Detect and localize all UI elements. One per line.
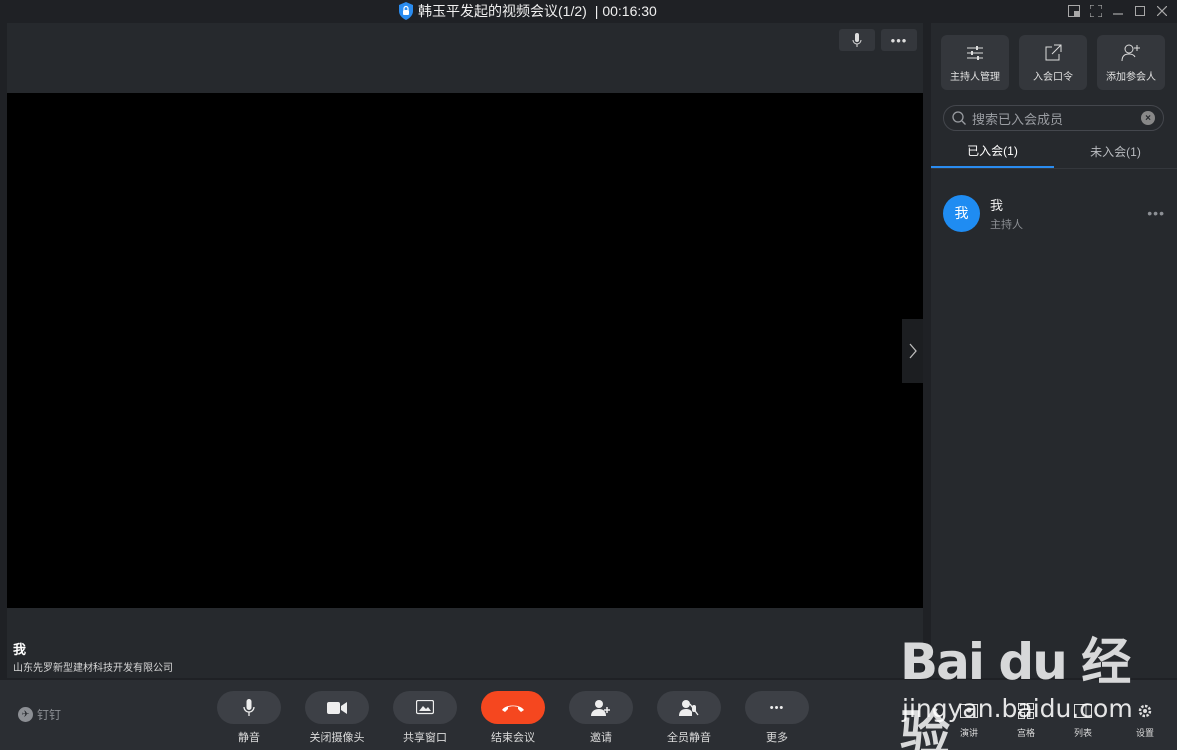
- tab-not-joined[interactable]: 未入会(1): [1054, 135, 1177, 168]
- search-icon: [952, 111, 966, 125]
- invite-pill: [569, 691, 633, 724]
- hang-up-icon: [502, 705, 524, 712]
- share-link-icon: [1042, 43, 1064, 63]
- fullscreen-icon[interactable]: [1087, 2, 1105, 20]
- meeting-timer: | 00:16:30: [594, 3, 657, 19]
- stage-tools: •••: [839, 29, 917, 51]
- add-participant-button[interactable]: 添加参会人: [1097, 35, 1165, 90]
- clear-search-icon[interactable]: ×: [1141, 111, 1155, 125]
- speaker-view-icon: [959, 702, 979, 720]
- camera-off-button[interactable]: 关闭摄像头: [302, 691, 372, 745]
- member-info: 我 主持人: [990, 195, 1023, 232]
- more-icon: •••: [769, 701, 785, 714]
- mute-label: 静音: [238, 732, 260, 744]
- member-tabs: 已入会(1) 未入会(1): [931, 135, 1177, 169]
- meeting-title-text: 韩玉平发起的视频会议(1/2): [418, 3, 587, 19]
- invite-icon: [591, 699, 610, 716]
- member-more-icon[interactable]: •••: [1147, 205, 1165, 221]
- microphone-icon: [852, 33, 862, 47]
- settings-button[interactable]: 设置: [1125, 702, 1165, 739]
- stage-mic-button[interactable]: [839, 29, 875, 51]
- more-label: 更多: [766, 732, 788, 744]
- end-meeting-label: 结束会议: [491, 732, 535, 744]
- video-stage: ••• 我 山东先罗新型建材科技开发有限公司: [7, 23, 923, 678]
- maximize-icon[interactable]: [1131, 2, 1149, 20]
- grid-view-icon: [1016, 702, 1036, 720]
- dingtalk-logo-icon: ✈: [18, 707, 33, 722]
- grid-view-label: 宫格: [1016, 728, 1035, 738]
- grid-view-button[interactable]: 宫格: [1006, 702, 1046, 739]
- brand-text: 钉钉: [37, 708, 62, 722]
- add-participant-label: 添加参会人: [1106, 71, 1156, 83]
- mute-all-icon: [679, 699, 699, 716]
- list-view-button[interactable]: 列表: [1063, 702, 1103, 739]
- camera-off-label: 关闭摄像头: [309, 732, 365, 744]
- host-management-button[interactable]: 主持人管理: [941, 35, 1009, 90]
- share-window-label: 共享窗口: [403, 732, 447, 744]
- end-meeting-button[interactable]: 结束会议: [478, 691, 548, 745]
- close-icon[interactable]: [1153, 2, 1171, 20]
- member-row[interactable]: 我 我 主持人 •••: [943, 193, 1165, 233]
- lock-shield-icon: [399, 2, 413, 20]
- expand-panel-handle[interactable]: [902, 319, 923, 383]
- speaker-name: 我: [13, 642, 27, 657]
- invite-label: 邀请: [590, 732, 612, 744]
- end-meeting-pill: [481, 691, 545, 724]
- dingtalk-brand: ✈ 钉钉: [18, 706, 61, 723]
- gear-icon: [1135, 702, 1155, 720]
- mute-all-pill: [657, 691, 721, 724]
- tab-joined[interactable]: 已入会(1): [931, 135, 1054, 168]
- more-button[interactable]: ••• 更多: [742, 691, 812, 745]
- window-controls: [1065, 2, 1171, 20]
- sliders-icon: [964, 43, 986, 63]
- member-name: 我: [990, 197, 1004, 213]
- participants-panel: 主持人管理 入会口令 添加参会人 搜索已入会成员 × 已入会(1) 未入会(1)…: [931, 23, 1177, 678]
- mute-all-button[interactable]: 全员静音: [654, 691, 724, 745]
- panel-actions: 主持人管理 入会口令 添加参会人: [941, 35, 1165, 90]
- speaker-organization: 山东先罗新型建材科技开发有限公司: [13, 663, 173, 674]
- meeting-password-button[interactable]: 入会口令: [1019, 35, 1087, 90]
- speaker-view-button[interactable]: 演讲: [949, 702, 989, 739]
- speaker-view-label: 演讲: [959, 728, 978, 738]
- video-feed: [7, 93, 923, 608]
- stage-more-button[interactable]: •••: [881, 29, 917, 51]
- camera-pill: [305, 691, 369, 724]
- minimize-icon[interactable]: [1109, 2, 1127, 20]
- microphone-icon: [243, 698, 255, 716]
- member-search-input[interactable]: 搜索已入会成员 ×: [943, 105, 1164, 131]
- meeting-title: 韩玉平发起的视频会议(1/2) | 00:16:30: [398, 1, 657, 21]
- meeting-password-label: 入会口令: [1033, 71, 1073, 83]
- more-pill: •••: [745, 691, 809, 724]
- list-view-icon: [1073, 702, 1093, 720]
- camera-icon: [327, 701, 347, 714]
- search-placeholder: 搜索已入会成员: [972, 111, 1064, 127]
- mute-button[interactable]: 静音: [214, 691, 284, 745]
- invite-button[interactable]: 邀请: [566, 691, 636, 745]
- bottom-toolbar: ✈ 钉钉 静音 关闭摄像头 共享窗口 结束会议 邀请 全员静音 ••• 更多 演…: [0, 680, 1177, 750]
- add-person-icon: [1120, 43, 1142, 63]
- avatar: 我: [943, 194, 980, 232]
- chevron-right-icon: [909, 343, 917, 359]
- pip-icon[interactable]: [1065, 2, 1083, 20]
- mute-all-label: 全员静音: [667, 732, 711, 744]
- settings-label: 设置: [1135, 728, 1154, 738]
- host-management-label: 主持人管理: [950, 71, 1000, 83]
- list-view-label: 列表: [1073, 728, 1092, 738]
- share-pill: [393, 691, 457, 724]
- more-icon: •••: [890, 32, 908, 48]
- title-bar: 韩玉平发起的视频会议(1/2) | 00:16:30: [0, 0, 1177, 22]
- mute-pill: [217, 691, 281, 724]
- screen-share-icon: [416, 699, 434, 714]
- share-window-button[interactable]: 共享窗口: [390, 691, 460, 745]
- member-role: 主持人: [990, 218, 1023, 231]
